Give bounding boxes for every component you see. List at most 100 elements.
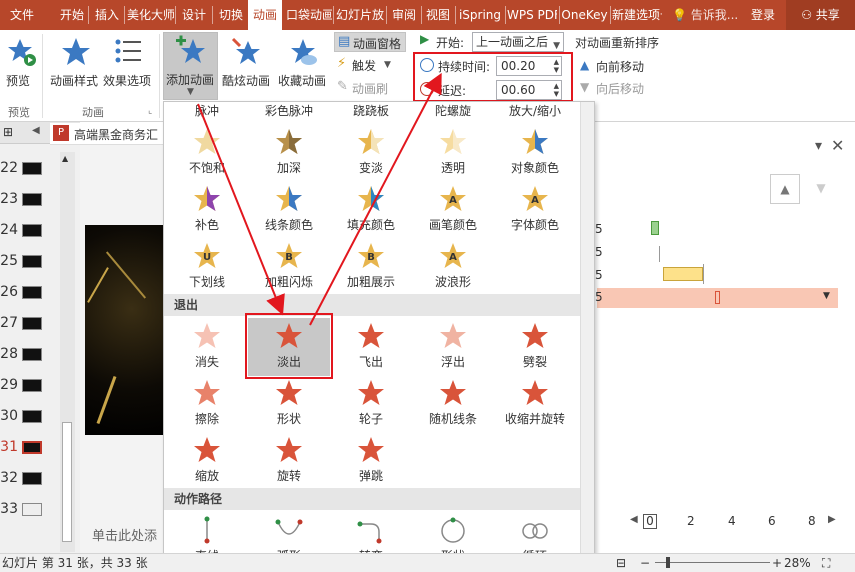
emphasis-2-1[interactable]: B 加粗闪烁 bbox=[248, 238, 330, 296]
trigger-button[interactable]: ⚡ 触发 ▼ bbox=[334, 55, 406, 75]
exit-1-0[interactable]: 擦除 bbox=[166, 375, 248, 433]
anim-row-1[interactable]: 5 bbox=[595, 222, 603, 236]
slide-thumbnail-32[interactable] bbox=[22, 472, 42, 485]
slide-thumbnail-22[interactable] bbox=[22, 162, 42, 175]
slide-thumbnail-26[interactable] bbox=[22, 286, 42, 299]
tab-wps-pdf[interactable]: WPS PDF bbox=[507, 0, 557, 30]
emphasis-2-0[interactable]: U 下划线 bbox=[166, 238, 248, 296]
slide-number-26[interactable]: 26 bbox=[0, 284, 18, 300]
slide-thumbnail-33[interactable] bbox=[22, 503, 42, 516]
slide-number-27[interactable]: 27 bbox=[0, 315, 18, 331]
exit-2-2[interactable]: 弹跳 bbox=[330, 432, 412, 490]
gallery-top-item-2[interactable]: 跷跷板 bbox=[330, 102, 412, 119]
slide-number-32[interactable]: 32 bbox=[0, 470, 18, 486]
close-icon[interactable]: ✕ bbox=[831, 136, 844, 155]
exit-0-2[interactable]: 飞出 bbox=[330, 318, 412, 376]
preview-button[interactable]: 预览 bbox=[4, 34, 38, 90]
zoom-out-icon[interactable]: − bbox=[640, 554, 650, 572]
slide-canvas[interactable] bbox=[85, 225, 163, 435]
exit-1-3[interactable]: 随机线条 bbox=[412, 375, 494, 433]
tab-design[interactable]: 设计 bbox=[178, 0, 210, 30]
outline-icon[interactable]: ⊞ bbox=[3, 125, 13, 139]
slide-number-22[interactable]: 22 bbox=[0, 160, 18, 176]
emphasis-0-0[interactable]: 不饱和 bbox=[166, 124, 248, 182]
exit-1-2[interactable]: 轮子 bbox=[330, 375, 412, 433]
animation-styles-button[interactable]: 动画样式 bbox=[50, 34, 102, 90]
start-select[interactable]: 上一动画之后 ▼ bbox=[472, 32, 564, 52]
gallery-top-item-0[interactable]: 脉冲 bbox=[166, 102, 248, 119]
tell-me-box[interactable]: 💡 告诉我... bbox=[672, 0, 740, 30]
move-down-button[interactable]: ▼ bbox=[806, 174, 836, 204]
slide-number-25[interactable]: 25 bbox=[0, 253, 18, 269]
slide-number-30[interactable]: 30 bbox=[0, 408, 18, 424]
file-tab[interactable]: P 高端黑金商务汇 bbox=[50, 123, 163, 145]
tab-slideshow[interactable]: 幻灯片放映 bbox=[336, 0, 384, 30]
slide-thumbnail-29[interactable] bbox=[22, 379, 42, 392]
exit-2-0[interactable]: 缩放 bbox=[166, 432, 248, 490]
fit-window-icon[interactable]: ⊟ bbox=[616, 554, 626, 572]
move-earlier-button[interactable]: ▲ 向前移动 bbox=[580, 58, 660, 76]
move-later-button[interactable]: ▼ 向后移动 bbox=[580, 80, 660, 98]
emphasis-1-0[interactable]: 补色 bbox=[166, 181, 248, 239]
cool-animation-button[interactable]: 酷炫动画 bbox=[220, 34, 272, 90]
tab-insert[interactable]: 插入 bbox=[91, 0, 123, 30]
emphasis-1-4[interactable]: A 字体颜色 bbox=[494, 181, 576, 239]
emphasis-1-2[interactable]: 填充颜色 bbox=[330, 181, 412, 239]
animation-painter-button[interactable]: ✎ 动画刷 bbox=[334, 78, 406, 98]
gallery-top-item-4[interactable]: 放大/缩小 bbox=[494, 102, 576, 119]
exit-2-1[interactable]: 旋转 bbox=[248, 432, 330, 490]
exit-1-1[interactable]: 形状 bbox=[248, 375, 330, 433]
tab-review[interactable]: 审阅 bbox=[389, 0, 419, 30]
tab-new[interactable]: 新建选项卡 bbox=[612, 0, 662, 30]
anim-row-3[interactable]: 5 bbox=[595, 268, 603, 282]
scroll-thumb[interactable] bbox=[62, 422, 72, 542]
chevron-left-icon[interactable]: ◀ bbox=[32, 125, 40, 136]
tab-home[interactable]: 开始 bbox=[56, 0, 88, 30]
gallery-top-item-1[interactable]: 彩色脉冲 bbox=[248, 102, 330, 119]
slide-thumbnail-27[interactable] bbox=[22, 317, 42, 330]
emphasis-0-3[interactable]: 透明 bbox=[412, 124, 494, 182]
emphasis-0-1[interactable]: 加深 bbox=[248, 124, 330, 182]
favorite-animation-button[interactable]: 收藏动画 bbox=[276, 34, 330, 90]
notes-placeholder[interactable]: 单击此处添 bbox=[92, 525, 157, 544]
emphasis-2-3[interactable]: A 波浪形 bbox=[412, 238, 494, 296]
slide-thumbnail-24[interactable] bbox=[22, 224, 42, 237]
slide-thumbnail-31[interactable] bbox=[22, 441, 42, 454]
zoom-slider-thumb[interactable] bbox=[666, 557, 670, 568]
zoom-level[interactable]: 28% bbox=[784, 554, 811, 572]
slide-thumbnail-28[interactable] bbox=[22, 348, 42, 361]
emphasis-1-3[interactable]: A 画笔颜色 bbox=[412, 181, 494, 239]
tab-animation[interactable]: 动画 bbox=[248, 0, 282, 30]
emphasis-1-1[interactable]: 线条颜色 bbox=[248, 181, 330, 239]
slide-thumbnail-30[interactable] bbox=[22, 410, 42, 423]
fit-slide-icon[interactable]: ⛶ bbox=[822, 554, 830, 572]
tab-pocket-animation[interactable]: 口袋动画 bbox=[286, 0, 332, 30]
slide-number-31[interactable]: 31 bbox=[0, 439, 18, 455]
timeline-left-icon[interactable]: ◀ bbox=[630, 514, 638, 525]
slide-thumbnail-23[interactable] bbox=[22, 193, 42, 206]
exit-0-0[interactable]: 消失 bbox=[166, 318, 248, 376]
tab-view[interactable]: 视图 bbox=[423, 0, 453, 30]
emphasis-0-4[interactable]: 对象颜色 bbox=[494, 124, 576, 182]
tab-ispring[interactable]: iSpring bbox=[457, 0, 503, 30]
zoom-in-icon[interactable]: + bbox=[772, 554, 782, 572]
pane-menu-chevron-icon[interactable]: ▾ bbox=[815, 138, 822, 154]
scroll-up-icon[interactable]: ▲ bbox=[62, 154, 68, 163]
zoom-slider[interactable] bbox=[655, 562, 770, 563]
tab-file[interactable]: 文件 bbox=[0, 0, 44, 30]
slide-number-24[interactable]: 24 bbox=[0, 222, 18, 238]
slide-number-28[interactable]: 28 bbox=[0, 346, 18, 362]
login-button[interactable]: 登录 bbox=[746, 0, 780, 30]
add-animation-button[interactable]: 添加动画 ▼ bbox=[163, 32, 218, 100]
exit-0-4[interactable]: 劈裂 bbox=[494, 318, 576, 376]
timeline-right-icon[interactable]: ▶ bbox=[828, 514, 836, 525]
animation-pane-button[interactable]: ▤ 动画窗格 bbox=[334, 32, 406, 52]
dialog-launcher-icon[interactable]: ⌞ bbox=[148, 106, 152, 116]
emphasis-2-2[interactable]: B 加粗展示 bbox=[330, 238, 412, 296]
tab-transition[interactable]: 切换 bbox=[215, 0, 247, 30]
tab-onekey[interactable]: OneKey bbox=[561, 0, 608, 30]
tab-beautify[interactable]: 美化大师 bbox=[127, 0, 174, 30]
emphasis-0-2[interactable]: 变淡 bbox=[330, 124, 412, 182]
chevron-down-icon[interactable]: ▼ bbox=[823, 291, 830, 301]
effect-options-button[interactable]: 效果选项 bbox=[103, 34, 155, 90]
